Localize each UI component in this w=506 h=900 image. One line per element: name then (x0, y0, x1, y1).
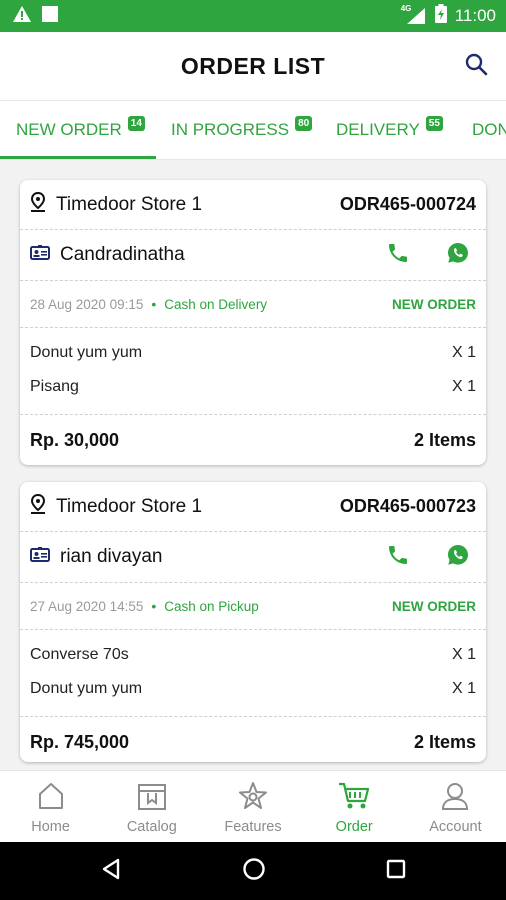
features-icon (238, 781, 268, 815)
battery-icon (434, 4, 447, 28)
warning-icon (12, 5, 32, 28)
status-badge: NEW ORDER (392, 598, 476, 614)
separator-dot: • (151, 598, 157, 614)
list-item: Donut yum yum X 1 (30, 672, 476, 706)
home-system-button[interactable] (242, 857, 266, 886)
order-meta-row: 27 Aug 2020 14:55 • Cash on Pickup NEW O… (20, 583, 486, 630)
order-status-tabs: NEW ORDER 14 IN PROGRESS 80 DELIVERY 55 … (0, 100, 506, 160)
status-badge: NEW ORDER (392, 296, 476, 312)
nav-label: Account (429, 819, 482, 835)
status-bar: 4G 11:00 (0, 0, 506, 32)
store-row: Timedoor Store 1 ODR465-000724 (20, 180, 486, 230)
bottom-navigation: Home Catalog Features Order Account (0, 770, 506, 843)
customer-row: Candradinatha (20, 230, 486, 281)
order-total: Rp. 30,000 (30, 429, 120, 450)
item-qty: X 1 (451, 344, 476, 361)
app-bar: ORDER LIST (0, 32, 506, 100)
order-datetime: 28 Aug 2020 09:15 (30, 296, 144, 312)
customer-name: rian divayan (60, 546, 163, 567)
store-name: Timedoor Store 1 (56, 495, 203, 517)
recents-button[interactable] (386, 859, 406, 884)
signal-icon: 4G (401, 4, 427, 25)
account-icon (440, 781, 470, 815)
nav-order[interactable]: Order (304, 771, 405, 843)
order-total: Rp. 745,000 (30, 731, 130, 752)
order-id: ODR465-000723 (339, 496, 476, 516)
order-id: ODR465-000724 (339, 194, 476, 214)
id-card-icon (30, 244, 50, 266)
item-count: 2 Items (413, 429, 476, 450)
tab-label: DON (472, 120, 506, 139)
order-items: Donut yum yum X 1 Pisang X 1 (20, 328, 486, 415)
nav-label: Catalog (126, 819, 177, 835)
tab-new-order[interactable]: NEW ORDER 14 (16, 101, 145, 159)
id-card-icon (30, 546, 50, 568)
list-item: Donut yum yum X 1 (30, 336, 476, 370)
item-count: 2 Items (413, 731, 476, 752)
nav-label: Home (31, 819, 70, 835)
count-badge: 14 (127, 115, 145, 131)
store-name: Timedoor Store 1 (56, 193, 203, 215)
page-title: ORDER LIST (180, 52, 326, 79)
item-qty: X 1 (451, 680, 476, 697)
home-icon (36, 781, 66, 815)
order-card[interactable]: Timedoor Store 1 ODR465-000724 Candradin… (20, 180, 486, 465)
back-triangle-icon (100, 858, 122, 884)
order-meta-row: 28 Aug 2020 09:15 • Cash on Delivery NEW… (20, 281, 486, 328)
whatsapp-icon[interactable] (446, 241, 470, 270)
back-button[interactable] (100, 858, 122, 885)
order-total-row: Rp. 745,000 2 Items (20, 717, 486, 762)
tab-label: DELIVERY (336, 120, 420, 139)
count-badge: 80 (295, 115, 313, 131)
whatsapp-icon[interactable] (446, 543, 470, 572)
tab-label: IN PROGRESS (171, 120, 290, 139)
nav-label: Features (224, 819, 282, 835)
nav-account[interactable]: Account (405, 771, 506, 843)
search-icon (464, 53, 488, 80)
location-pin-icon (30, 493, 46, 520)
count-badge: 55 (425, 115, 443, 131)
catalog-icon (137, 781, 167, 815)
clock: 11:00 (454, 6, 496, 25)
nav-home[interactable]: Home (0, 771, 101, 843)
order-datetime: 27 Aug 2020 14:55 (30, 598, 144, 614)
tab-label: NEW ORDER (16, 120, 122, 139)
recents-square-icon (386, 859, 406, 883)
customer-name: Candradinatha (60, 244, 185, 265)
payment-method: Cash on Pickup (164, 598, 259, 614)
square-icon (42, 5, 58, 27)
tab-in-progress[interactable]: IN PROGRESS 80 (171, 101, 313, 159)
search-button[interactable] (464, 52, 488, 81)
list-item: Converse 70s X 1 (30, 638, 476, 672)
payment-method: Cash on Delivery (164, 296, 268, 312)
location-pin-icon (30, 191, 46, 218)
active-tab-indicator (0, 156, 156, 159)
item-qty: X 1 (451, 378, 476, 395)
order-card[interactable]: Timedoor Store 1 ODR465-000723 rian diva… (20, 482, 486, 762)
home-circle-icon (242, 857, 266, 885)
item-name: Donut yum yum (30, 344, 143, 361)
separator-dot: • (151, 296, 157, 312)
phone-icon[interactable] (386, 241, 410, 270)
order-total-row: Rp. 30,000 2 Items (20, 415, 486, 465)
nav-catalog[interactable]: Catalog (101, 771, 202, 843)
cart-icon (337, 781, 371, 815)
item-name: Pisang (30, 378, 79, 395)
nav-label: Order (335, 819, 373, 835)
item-name: Converse 70s (30, 646, 129, 663)
tab-delivery[interactable]: DELIVERY 55 (336, 101, 443, 159)
tab-done[interactable]: DON (472, 101, 506, 159)
system-navigation-bar (0, 842, 506, 900)
list-item: Pisang X 1 (30, 370, 476, 404)
store-row: Timedoor Store 1 ODR465-000723 (20, 482, 486, 532)
order-items: Converse 70s X 1 Donut yum yum X 1 (20, 630, 486, 717)
item-qty: X 1 (451, 646, 476, 663)
customer-row: rian divayan (20, 532, 486, 583)
phone-icon[interactable] (386, 543, 410, 572)
item-name: Donut yum yum (30, 680, 143, 697)
nav-features[interactable]: Features (202, 771, 303, 843)
